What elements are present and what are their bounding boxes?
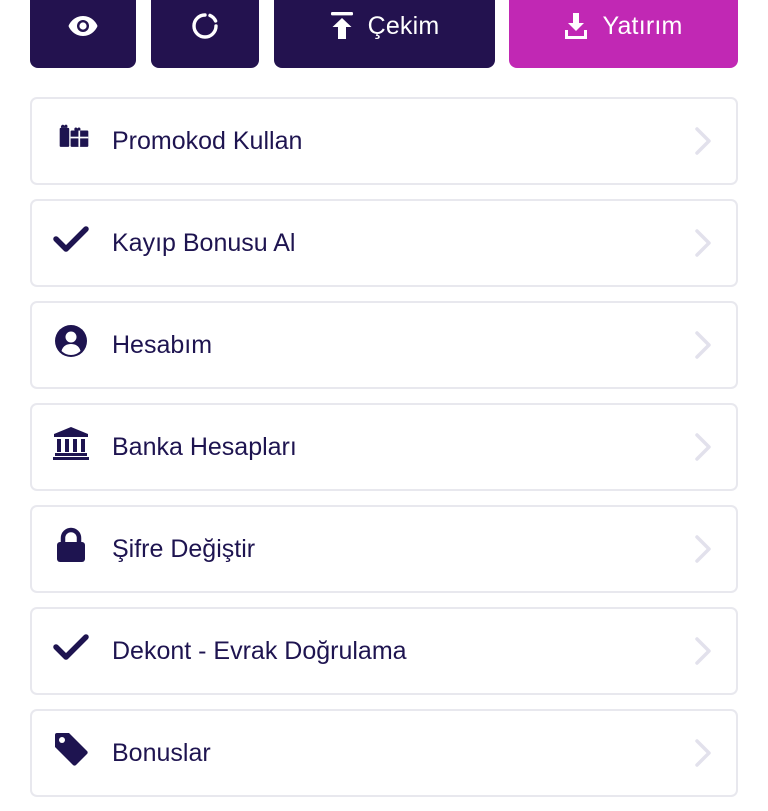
tag-icon [53,731,89,767]
gift-icon [53,119,89,155]
menu-item-change-password[interactable]: Şifre Değiştir [30,505,738,593]
chevron-right-icon [695,433,711,461]
menu-item-label: Promokod Kullan [112,127,303,155]
account-menu: Promokod Kullan Kayıp Bonusu Al Hesabım [30,97,738,811]
menu-item-document-verification[interactable]: Dekont - Evrak Doğrulama [30,607,738,695]
menu-item-label: Şifre Değiştir [112,535,256,563]
menu-item-label: Dekont - Evrak Doğrulama [112,637,407,665]
check-icon [53,221,89,257]
chevron-right-icon [695,127,711,155]
refresh-balance-button[interactable] [151,0,259,68]
chevron-right-icon [695,229,711,257]
chevron-right-icon [695,637,711,665]
menu-item-label: Banka Hesapları [112,433,297,461]
eye-icon [68,15,98,37]
check-icon [53,629,89,665]
download-icon [564,12,588,40]
bank-icon [53,425,89,461]
menu-item-my-account[interactable]: Hesabım [30,301,738,389]
menu-item-loss-bonus[interactable]: Kayıp Bonusu Al [30,199,738,287]
menu-item-bonuses[interactable]: Bonuslar [30,709,738,797]
menu-item-label: Bonuslar [112,739,211,767]
lock-icon [53,527,89,563]
refresh-icon [191,12,219,40]
menu-item-label: Kayıp Bonusu Al [112,229,296,257]
chevron-right-icon [695,535,711,563]
chevron-right-icon [695,739,711,767]
menu-item-promo-code[interactable]: Promokod Kullan [30,97,738,185]
upload-icon [330,12,354,40]
show-balance-button[interactable] [30,0,136,68]
top-action-bar: Çekim Yatırım [30,0,738,68]
deposit-label: Yatırım [602,11,683,40]
menu-item-label: Hesabım [112,331,213,359]
menu-item-bank-accounts[interactable]: Banka Hesapları [30,403,738,491]
user-circle-icon [53,323,89,359]
chevron-right-icon [695,331,711,359]
withdraw-label: Çekim [367,11,440,40]
deposit-button[interactable]: Yatırım [509,0,738,68]
withdraw-button[interactable]: Çekim [274,0,495,68]
